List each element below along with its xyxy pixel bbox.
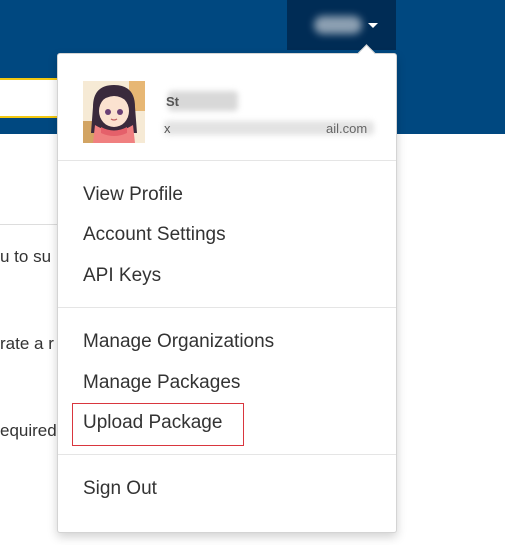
content-divider [0,224,60,225]
menu-item-manage-packages[interactable]: Manage Packages [83,369,240,397]
caret-down-icon [368,23,378,28]
menu-item-upload-package[interactable]: Upload Package [83,409,222,437]
page-text-line: rate a r [0,334,54,353]
menu-item-api-keys[interactable]: API Keys [83,262,161,290]
menu-item-manage-organizations[interactable]: Manage Organizations [83,328,274,356]
user-email-prefix: x [164,121,171,136]
menu-divider [58,454,396,455]
menu-item-account-settings[interactable]: Account Settings [83,221,226,249]
user-name: St [166,94,179,109]
user-email-suffix: ail.com [326,121,368,136]
menu-divider [58,160,396,161]
profile-header: St x ail.com [58,54,396,160]
avatar-illustration-icon [83,81,145,143]
menu-item-view-profile[interactable]: View Profile [83,181,183,209]
page-text-line: equired [0,421,57,440]
avatar [83,81,145,143]
username-blurred [314,16,362,34]
page-text-line: u to su [0,247,52,266]
user-dropdown-menu: St x ail.com View Profile Account Settin… [57,44,397,533]
menu-item-sign-out[interactable]: Sign Out [83,475,157,503]
menu-divider [58,307,396,308]
user-menu-toggle[interactable] [287,0,396,50]
